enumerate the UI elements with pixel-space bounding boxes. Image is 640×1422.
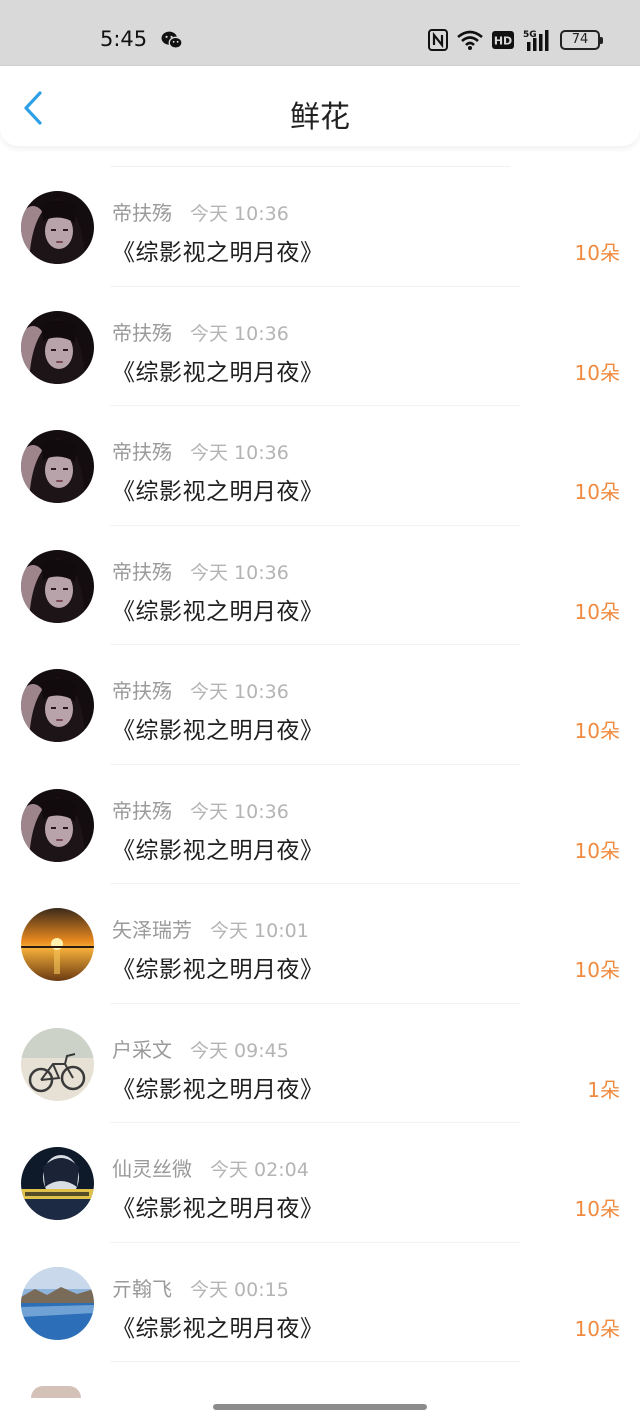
sender-name[interactable]: 帝扶殇 (112, 799, 172, 823)
avatar-image (21, 430, 94, 503)
meta: 帝扶殇 今天 10:36 (112, 197, 289, 226)
flower-count: 10朵 (574, 719, 620, 743)
sender-name[interactable]: 亓翰飞 (112, 1277, 172, 1301)
avatar-image (21, 788, 94, 862)
avatar-image (21, 1266, 94, 1340)
flower-count: 10朵 (574, 241, 620, 265)
nav-bar: 鲜花 (0, 66, 640, 146)
sender-name[interactable]: 帝扶殇 (112, 201, 172, 225)
book-title: 《综影视之明月夜》 (112, 1076, 324, 1103)
signal-icon: 5G (523, 30, 549, 51)
nfc-icon (428, 29, 448, 51)
sender-name[interactable]: 帝扶殇 (112, 560, 172, 584)
list-item[interactable]: 帝扶殇 今天 10:36 《综影视之明月夜》 10朵 (0, 287, 640, 406)
flower-count: 1朵 (587, 1077, 620, 1102)
battery-icon: 74 (560, 30, 603, 50)
meta: 帝扶殇 今天 10:36 (112, 317, 289, 346)
svg-text:HD: HD (494, 35, 512, 48)
list-item[interactable]: 帝扶殇 今天 10:36 《综影视之明月夜》 10朵 (0, 526, 640, 645)
sender-name[interactable]: 仙灵丝微 (112, 1157, 192, 1181)
avatar[interactable] (21, 549, 94, 623)
status-bar: 5:45 HD 5G 74 (0, 0, 640, 66)
timestamp: 今天 10:36 (190, 681, 289, 703)
sender-name[interactable]: 帝扶殇 (112, 679, 172, 703)
flower-count: 10朵 (574, 1197, 620, 1221)
flower-count: 10朵 (574, 360, 620, 385)
timestamp: 今天 10:36 (190, 203, 289, 225)
avatar-image (21, 191, 94, 264)
book-title: 《综影视之明月夜》 (112, 598, 324, 625)
book-title: 《综影视之明月夜》 (112, 837, 324, 864)
flower-count: 10朵 (574, 1316, 620, 1341)
avatar-image (21, 1027, 94, 1101)
divider (110, 1361, 520, 1362)
avatar[interactable] (31, 1386, 81, 1398)
hd-icon: HD (492, 31, 514, 49)
list-item[interactable]: 帝扶殇 今天 10:36 《综影视之明月夜》 10朵 (0, 167, 640, 287)
book-title: 《综影视之明月夜》 (112, 240, 324, 266)
meta: 帝扶殇 今天 10:36 (112, 675, 289, 704)
avatar-image (21, 549, 94, 623)
avatar[interactable] (21, 669, 94, 742)
avatar[interactable] (21, 1027, 94, 1101)
timestamp: 今天 10:01 (210, 920, 309, 942)
list-item[interactable]: 亓翰飞 今天 00:15 《综影视之明月夜》 10朵 (0, 1243, 640, 1362)
book-title: 《综影视之明月夜》 (112, 479, 324, 505)
avatar-image (21, 310, 94, 384)
list-item[interactable]: 帝扶殇 今天 10:36 《综影视之明月夜》 10朵 (0, 765, 640, 884)
status-icons: HD 5G 74 (428, 26, 603, 54)
avatar[interactable] (21, 908, 94, 981)
flower-count: 10朵 (574, 958, 620, 982)
meta: 帝扶殇 今天 10:36 (112, 436, 289, 465)
avatar-image (21, 1147, 94, 1220)
list-item[interactable]: 户采文 今天 09:45 《综影视之明月夜》 1朵 (0, 1004, 640, 1123)
flower-count: 10朵 (574, 838, 620, 863)
book-title: 《综影视之明月夜》 (112, 957, 324, 983)
timestamp: 今天 10:36 (190, 561, 289, 584)
timestamp: 今天 02:04 (210, 1159, 309, 1181)
avatar[interactable] (21, 1147, 94, 1220)
list-item[interactable]: 帝扶殇 今天 10:36 《综影视之明月夜》 10朵 (0, 406, 640, 526)
flower-count: 10朵 (574, 480, 620, 504)
list-item[interactable]: 仙灵丝微 今天 02:04 《综影视之明月夜》 10朵 (0, 1123, 640, 1243)
flower-count: 10朵 (574, 599, 620, 624)
page-title: 鲜花 (290, 100, 350, 135)
sender-name[interactable]: 矢泽瑞芳 (112, 918, 192, 942)
meta: 户采文 今天 09:45 (112, 1034, 289, 1063)
avatar[interactable] (21, 1266, 94, 1340)
list-item[interactable]: 帝扶殇 今天 10:36 《综影视之明月夜》 10朵 (0, 645, 640, 765)
wifi-icon (457, 30, 483, 50)
meta: 仙灵丝微 今天 02:04 (112, 1153, 309, 1182)
book-title: 《综影视之明月夜》 (112, 359, 324, 386)
timestamp: 今天 10:36 (190, 322, 289, 345)
meta: 亓翰飞 今天 00:15 (112, 1273, 289, 1302)
avatar[interactable] (21, 788, 94, 862)
timestamp: 今天 10:36 (190, 442, 289, 464)
list-item[interactable]: 矢泽瑞芳 今天 10:01 《综影视之明月夜》 10朵 (0, 884, 640, 1004)
sender-name[interactable]: 帝扶殇 (112, 321, 172, 345)
book-title: 《综影视之明月夜》 (112, 1196, 324, 1222)
status-time: 5:45 (100, 27, 148, 51)
book-title: 《综影视之明月夜》 (112, 718, 324, 744)
timestamp: 今天 00:15 (190, 1278, 289, 1301)
meta: 帝扶殇 今天 10:36 (112, 795, 289, 824)
flower-gift-list: 帝扶殇 今天 10:36 《综影视之明月夜》 10朵 帝扶殇 今天 10:36 《综… (0, 148, 640, 1362)
home-indicator[interactable] (213, 1404, 427, 1410)
meta: 帝扶殇 今天 10:36 (112, 556, 289, 585)
wechat-icon (161, 31, 183, 49)
avatar[interactable] (21, 191, 94, 264)
timestamp: 今天 10:36 (190, 800, 289, 823)
timestamp: 今天 09:45 (190, 1039, 289, 1062)
avatar[interactable] (21, 310, 94, 384)
meta: 矢泽瑞芳 今天 10:01 (112, 914, 309, 943)
sender-name[interactable]: 户采文 (112, 1038, 172, 1062)
avatar-image (21, 908, 94, 981)
avatar[interactable] (21, 430, 94, 503)
book-title: 《综影视之明月夜》 (112, 1315, 324, 1342)
avatar-image (21, 669, 94, 742)
sender-name[interactable]: 帝扶殇 (112, 440, 172, 464)
